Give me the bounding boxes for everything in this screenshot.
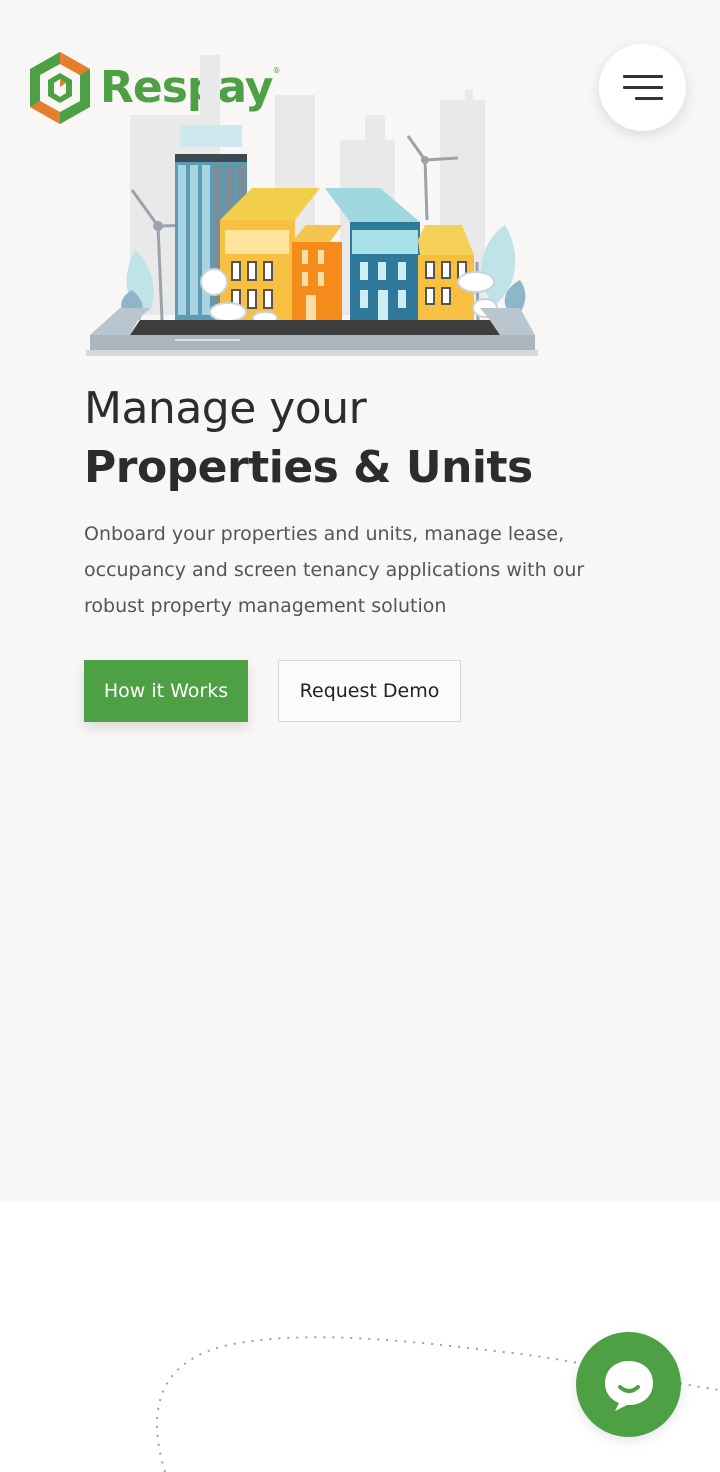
hamburger-menu-icon <box>622 75 663 78</box>
hero-description: Onboard your properties and units, manag… <box>84 523 585 617</box>
hero-title-light: Manage your <box>84 383 367 434</box>
chat-bubble-icon <box>604 1360 653 1411</box>
hero-heading: Manage your Properties & Units <box>84 380 533 498</box>
hero-title-bold: Properties & Units <box>84 442 533 493</box>
request-demo-button[interactable]: Request Demo <box>278 660 461 722</box>
menu-button[interactable] <box>599 44 686 131</box>
how-it-works-button[interactable]: How it Works <box>84 660 248 722</box>
city-buildings-illustration <box>86 55 538 356</box>
hero-section: Respay ® Manage your Properties & Units … <box>0 0 720 1202</box>
chat-button[interactable] <box>576 1332 681 1437</box>
hamburger-bar <box>622 86 663 89</box>
hamburger-bar <box>634 97 663 100</box>
